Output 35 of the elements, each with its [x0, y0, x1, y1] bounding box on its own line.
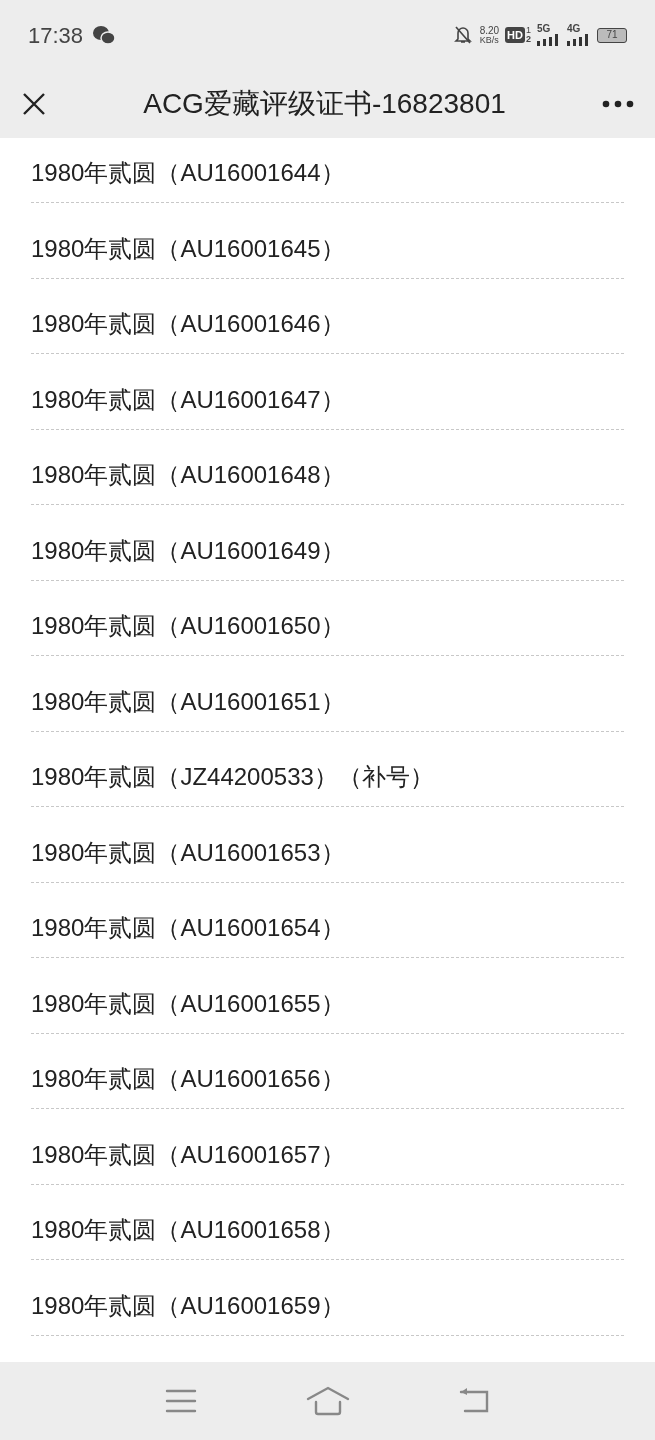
close-icon [22, 92, 46, 116]
signal-icon [537, 34, 559, 46]
signal-icon [567, 34, 589, 46]
certificate-link[interactable]: 1980年贰圆（AU16001655） [31, 988, 624, 1019]
sim-label: 2 [526, 35, 531, 44]
certificate-link[interactable]: 1980年贰圆（AU16001645） [31, 233, 624, 264]
page-title: ACG爱藏评级证书-16823801 [142, 87, 507, 121]
certificate-link[interactable]: 1980年贰圆（AU16001649） [31, 535, 624, 566]
certificate-link[interactable]: 1980年贰圆（JZ44200533）（补号） [31, 762, 624, 792]
clock: 17:38 [28, 21, 84, 50]
certificate-link[interactable]: 1980年贰圆（AU16001659） [31, 1290, 624, 1321]
network-label: 5G [537, 24, 552, 34]
certificate-link[interactable]: 1980年贰圆（AU16001646） [31, 309, 624, 339]
certificate-link[interactable]: 1980年贰圆（AU16001654） [31, 913, 624, 943]
certificate-link[interactable]: 1980年贰圆（AU16001651） [31, 686, 624, 717]
back-icon[interactable] [458, 1387, 491, 1415]
sim-label: 1 [526, 26, 531, 35]
certificate-link[interactable]: 1980年贰圆（AU16001644） [31, 158, 624, 188]
certificate-link[interactable]: 1980年贰圆（AU16001658） [31, 1215, 624, 1245]
hd-badge: HD [505, 27, 525, 43]
network-label: 4G [567, 24, 582, 34]
certificate-link[interactable]: 1980年贰圆（AU16001653） [31, 837, 624, 868]
certificate-link[interactable]: 1980年贰圆（AU16001657） [31, 1139, 624, 1170]
more-icon [602, 100, 634, 108]
certificate-link[interactable]: 1980年贰圆（AU16001648） [31, 460, 624, 490]
home-icon[interactable] [305, 1386, 350, 1416]
menu-icon[interactable] [164, 1388, 197, 1414]
speed-unit: KB/s [479, 35, 499, 45]
speed-value: 8.20 [479, 25, 500, 36]
bell-off-icon [453, 25, 472, 45]
battery: 71 [597, 27, 627, 43]
certificate-link[interactable]: 1980年贰圆（AU16001647） [31, 384, 624, 415]
certificate-link[interactable]: 1980年贰圆（AU16001656） [31, 1064, 624, 1094]
certificate-link[interactable]: 1980年贰圆（AU16001650） [31, 611, 624, 641]
chat-icon [93, 25, 116, 45]
